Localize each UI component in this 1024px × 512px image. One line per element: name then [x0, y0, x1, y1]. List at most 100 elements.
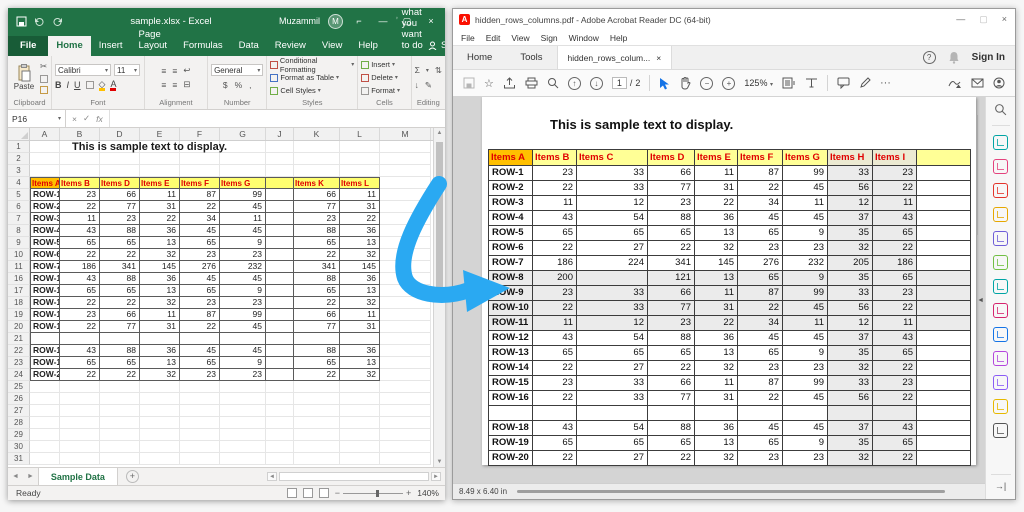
close-tab-icon[interactable]: × — [656, 53, 661, 63]
excel-cell[interactable] — [266, 405, 294, 417]
excel-cell[interactable] — [180, 417, 220, 429]
excel-cell[interactable] — [340, 453, 380, 465]
excel-cell[interactable]: ROW-14 — [30, 297, 60, 309]
excel-cell[interactable]: 36 — [140, 345, 180, 357]
excel-cell[interactable] — [266, 369, 294, 381]
excel-cell[interactable] — [30, 333, 60, 345]
excel-cell[interactable] — [140, 429, 180, 441]
excel-column-header-G[interactable]: G — [220, 128, 266, 140]
excel-row-number[interactable]: 21 — [8, 333, 30, 345]
zoom-out-icon[interactable]: − — [700, 77, 713, 90]
font-name-select[interactable]: Calibri▾ — [55, 64, 111, 76]
excel-cell[interactable]: 45 — [220, 321, 266, 333]
excel-cell[interactable] — [380, 153, 431, 165]
user-avatar[interactable]: M — [328, 14, 343, 29]
excel-cell[interactable]: 66 — [100, 309, 140, 321]
excel-cell[interactable]: 87 — [180, 189, 220, 201]
excel-cell[interactable] — [180, 333, 220, 345]
excel-cell[interactable]: 36 — [340, 273, 380, 285]
vertical-scrollbar[interactable]: ▲ ▼ — [433, 128, 445, 467]
sign-in-button[interactable]: Sign In — [972, 52, 1005, 63]
borders-icon[interactable] — [86, 81, 94, 89]
excel-cell[interactable] — [220, 393, 266, 405]
percent-format-icon[interactable]: % — [235, 80, 243, 90]
excel-cell[interactable] — [100, 417, 140, 429]
excel-cell[interactable]: 22 — [180, 321, 220, 333]
excel-cell[interactable] — [380, 441, 431, 453]
excel-cell[interactable] — [60, 417, 100, 429]
tab-home[interactable]: Home — [48, 36, 90, 56]
excel-cell[interactable] — [380, 201, 431, 213]
excel-cell[interactable]: 23 — [180, 249, 220, 261]
excel-cell[interactable] — [294, 429, 340, 441]
excel-cell[interactable] — [100, 393, 140, 405]
next-page-icon[interactable]: ↓ — [590, 77, 603, 90]
excel-cell[interactable] — [266, 249, 294, 261]
font-size-select[interactable]: 11▾ — [114, 64, 140, 76]
excel-cell[interactable]: ROW-5 — [30, 237, 60, 249]
excel-cell[interactable]: 45 — [220, 225, 266, 237]
excel-cell[interactable] — [140, 417, 180, 429]
excel-row-number[interactable]: 18 — [8, 297, 30, 309]
excel-cell[interactable] — [100, 153, 140, 165]
fill-color-icon[interactable]: ◇ — [99, 80, 106, 91]
excel-cell[interactable] — [266, 453, 294, 465]
vertical-scrollbar[interactable] — [976, 115, 978, 235]
excel-cell[interactable] — [294, 165, 340, 177]
excel-cell[interactable]: 32 — [340, 249, 380, 261]
normal-view-icon[interactable] — [287, 488, 297, 498]
excel-cell[interactable] — [30, 393, 60, 405]
excel-cell[interactable]: ROW-1 — [30, 189, 60, 201]
new-sheet-button[interactable]: + — [126, 470, 139, 483]
excel-cell[interactable] — [220, 429, 266, 441]
excel-cell[interactable] — [140, 453, 180, 465]
excel-cell[interactable] — [100, 333, 140, 345]
excel-cell[interactable] — [60, 165, 100, 177]
excel-cell[interactable]: 65 — [100, 237, 140, 249]
underline-button[interactable]: U — [74, 80, 81, 90]
excel-cell[interactable]: 22 — [60, 249, 100, 261]
page-layout-view-icon[interactable] — [303, 488, 313, 498]
excel-cell[interactable] — [60, 429, 100, 441]
create-pdf-icon[interactable] — [993, 183, 1008, 198]
align-center-icon[interactable]: ≡ — [172, 80, 177, 90]
excel-cell[interactable]: 13 — [340, 357, 380, 369]
autosum-icon[interactable]: Σ — [415, 65, 420, 75]
excel-cell[interactable]: 23 — [220, 297, 266, 309]
excel-cell[interactable]: 22 — [100, 297, 140, 309]
excel-cell[interactable] — [180, 405, 220, 417]
scroll-up-icon[interactable]: ▲ — [434, 130, 445, 136]
excel-cell[interactable]: 65 — [180, 357, 220, 369]
excel-cell[interactable] — [380, 357, 431, 369]
combine-files-icon[interactable] — [993, 231, 1008, 246]
scroll-left-icon[interactable]: ◄ — [267, 472, 277, 481]
excel-row-number[interactable]: 23 — [8, 357, 30, 369]
excel-cell[interactable] — [294, 141, 340, 153]
excel-cell[interactable]: 34 — [180, 213, 220, 225]
excel-cell[interactable] — [380, 285, 431, 297]
excel-cell[interactable]: 11 — [340, 309, 380, 321]
fill-sign-pencil-icon[interactable] — [859, 77, 871, 89]
excel-cell[interactable] — [266, 165, 294, 177]
tab-tools[interactable]: Tools — [506, 46, 556, 69]
excel-cell[interactable] — [380, 237, 431, 249]
excel-cell[interactable]: 23 — [180, 369, 220, 381]
copy-icon[interactable] — [40, 75, 48, 83]
excel-column-header-E[interactable]: E — [140, 128, 180, 140]
excel-cell[interactable] — [340, 165, 380, 177]
excel-cell[interactable]: 43 — [60, 273, 100, 285]
excel-cell[interactable]: 36 — [140, 273, 180, 285]
fill-sign-icon[interactable] — [993, 303, 1008, 318]
excel-cell[interactable] — [100, 381, 140, 393]
page-fit-icon[interactable] — [782, 77, 796, 89]
scrollbar-track[interactable] — [279, 472, 429, 481]
excel-cell[interactable]: 186 — [60, 261, 100, 273]
excel-cell[interactable]: 31 — [340, 321, 380, 333]
excel-cell[interactable] — [60, 333, 100, 345]
excel-cell[interactable]: 13 — [340, 285, 380, 297]
excel-cell[interactable] — [340, 393, 380, 405]
excel-cell[interactable] — [100, 405, 140, 417]
sheet-tab-sample-data[interactable]: Sample Data — [38, 468, 118, 485]
excel-cell[interactable] — [140, 333, 180, 345]
share-upload-icon[interactable] — [503, 77, 516, 89]
